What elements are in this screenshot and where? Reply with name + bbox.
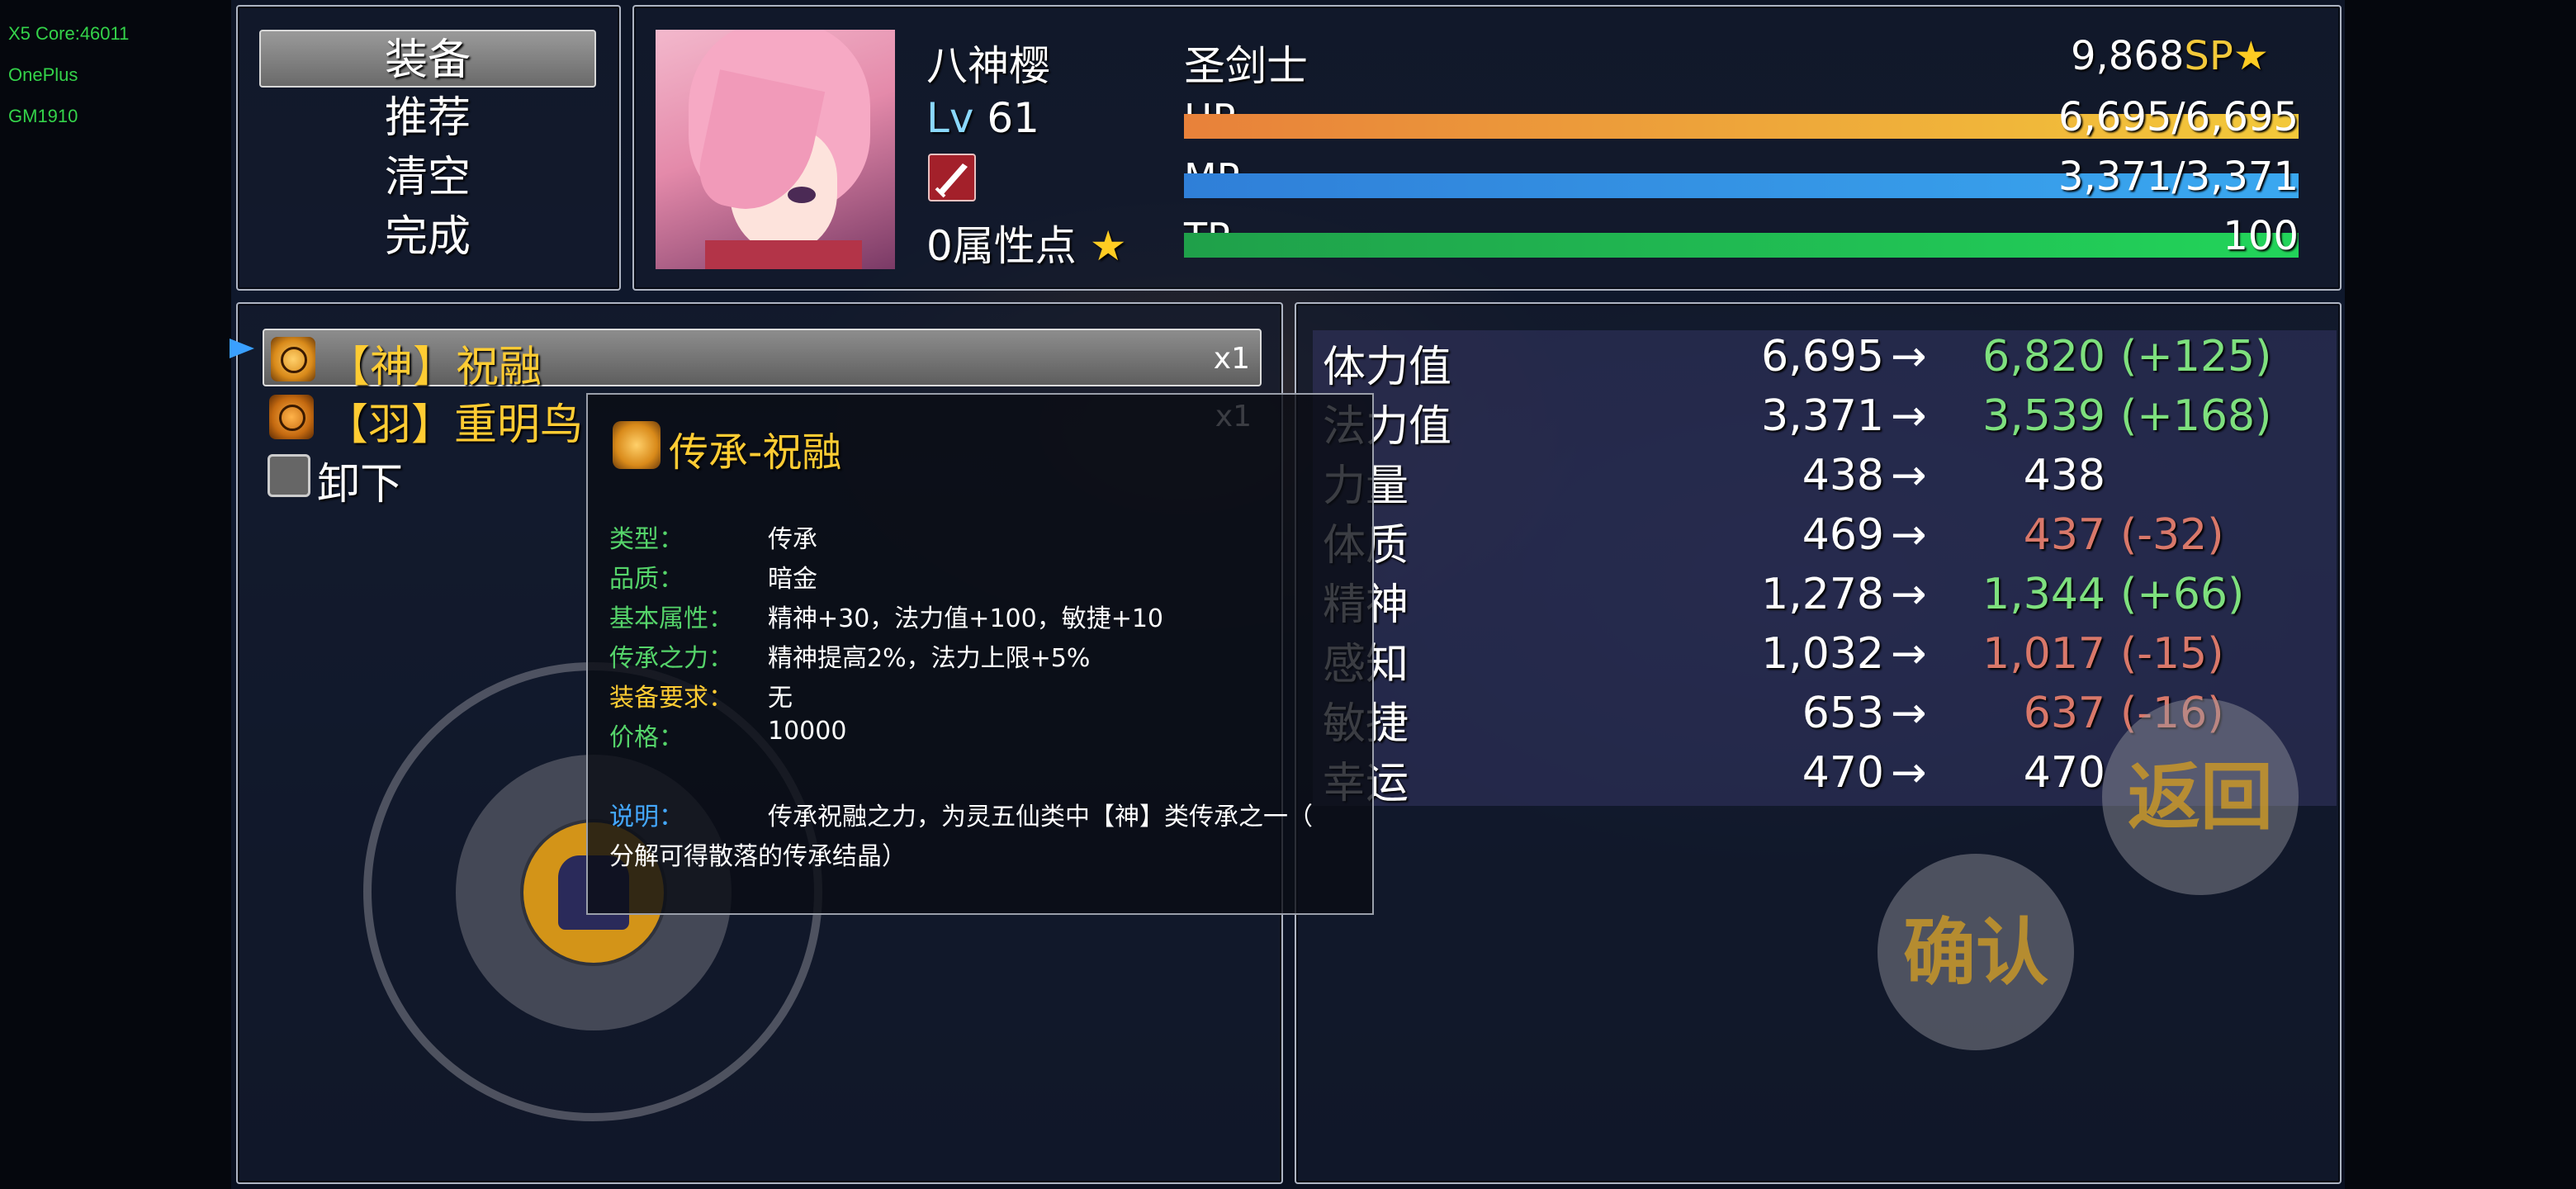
stat-diff-value: (-32) — [2120, 510, 2224, 560]
tooltip-value: 精神提高2%，法力上限+5% — [768, 644, 1091, 673]
stat-old-value: 3,371 — [1761, 391, 1884, 441]
stat-row: 法力值 3,371 → 3,539 (+168) — [1313, 390, 2337, 452]
stat-diff-value: (+125) — [2120, 332, 2272, 381]
item-count: x1 — [1213, 342, 1250, 376]
tooltip-key: 装备要求： — [609, 684, 733, 713]
command-recommend[interactable]: 推荐 — [259, 89, 596, 147]
tp-gauge-fill — [1184, 233, 2299, 258]
tooltip-key: 类型： — [609, 525, 684, 554]
tooltip-key: 品质： — [609, 565, 684, 594]
item-name: 【神】祝融 — [327, 343, 542, 392]
tooltip-item-icon — [613, 421, 661, 469]
sp-value: 9,868 — [2071, 33, 2185, 79]
sp-star-icon: ★ — [2233, 33, 2269, 79]
command-window: 装备 推荐 清空 完成 — [236, 5, 621, 291]
inheritance-icon — [271, 337, 315, 381]
stat-diff-value: (+168) — [2120, 391, 2272, 441]
tooltip-description: 说明： 传承祝融之力，为灵五仙类中【神】类传承之一（ 分解可得散落的传承结晶） — [609, 798, 1352, 877]
stat-arrow-icon: → — [1891, 510, 1927, 560]
stat-old-value: 1,278 — [1761, 570, 1884, 619]
stat-old-value: 438 — [1802, 451, 1884, 500]
stat-new-value: 437 — [2023, 510, 2105, 560]
device-info-brand: OnePlus — [8, 64, 78, 85]
star-icon: ★ — [1089, 222, 1127, 270]
stat-new-value: 6,820 — [1982, 332, 2105, 381]
tooltip-value: 10000 — [768, 717, 847, 746]
tp-value: 100 — [2223, 213, 2299, 259]
sp-display: 9,868SP★ — [2071, 33, 2269, 79]
stat-new-value: 3,539 — [1982, 391, 2105, 441]
item-row-zhurong[interactable]: 【神】祝融 x1 — [263, 329, 1262, 392]
stat-new-value: 438 — [2023, 451, 2105, 500]
stat-row: 体力值 6,695 → 6,820 (+125) — [1313, 330, 2337, 392]
stat-old-value: 470 — [1802, 748, 1884, 798]
tooltip-value: 无 — [768, 684, 793, 713]
device-info-core: X5 Core:46011 — [8, 23, 130, 44]
stat-new-value: 637 — [2023, 689, 2105, 738]
stat-arrow-icon: → — [1891, 689, 1927, 738]
tooltip-desc-line2: 分解可得散落的传承结晶） — [609, 842, 907, 871]
stat-arrow-icon: → — [1891, 332, 1927, 381]
actor-class: 圣剑士 — [1184, 42, 1308, 90]
status-window: 八神樱 Lv 61 0属性点 ★ 圣剑士 9,868SP★ HP 6,695/6… — [632, 5, 2342, 291]
stat-diff-value: (-15) — [2120, 629, 2224, 679]
stat-row: 精神1,278→1,344(+66) — [1313, 568, 2337, 630]
stat-arrow-icon: → — [1891, 629, 1927, 679]
stat-old-value: 469 — [1802, 510, 1884, 560]
stat-old-value: 1,032 — [1761, 629, 1884, 679]
gear-flower-icon — [269, 395, 314, 439]
selection-cursor-icon — [230, 339, 254, 358]
item-name: 卸下 — [317, 460, 404, 509]
stat-arrow-icon: → — [1891, 451, 1927, 500]
level-label: Lv — [926, 94, 974, 142]
hp-value: 6,695/6,695 — [2058, 94, 2299, 140]
confirm-button[interactable]: 确认 — [1878, 854, 2074, 1050]
command-finish[interactable]: 完成 — [259, 208, 596, 266]
device-info-model: GM1910 — [8, 106, 78, 126]
stat-old-value: 6,695 — [1761, 332, 1884, 381]
stat-row: 体质469→437(-32) — [1313, 509, 2337, 571]
tooltip-desc-line1: 传承祝融之力，为灵五仙类中【神】类传承之一（ — [768, 803, 1313, 831]
command-equip[interactable]: 装备 — [259, 30, 596, 88]
tooltip-desc-label: 说明： — [609, 803, 684, 831]
stat-diff-value: (+66) — [2120, 570, 2245, 619]
sp-unit: SP — [2184, 33, 2233, 79]
tooltip-key: 基本属性： — [609, 604, 733, 633]
tp-gauge — [1184, 233, 2299, 258]
stat-arrow-icon: → — [1891, 570, 1927, 619]
tooltip-title: 传承-祝融 — [669, 429, 842, 476]
mp-value: 3,371/3,371 — [2058, 154, 2299, 200]
back-button[interactable]: 返回 — [2102, 699, 2299, 895]
item-tooltip: 传承-祝融 类型： 传承品质： 暗金基本属性： 精神+30，法力值+100，敏捷+10… — [586, 393, 1374, 915]
stat-row: 力量438→438 — [1313, 449, 2337, 511]
item-name: 【羽】重明鸟 — [325, 400, 584, 450]
stat-arrow-icon: → — [1891, 748, 1927, 798]
actor-level: Lv 61 — [926, 94, 1039, 142]
stat-new-value: 470 — [2023, 748, 2105, 798]
unequip-checkbox-icon — [268, 454, 310, 497]
sword-skill-icon — [928, 154, 976, 201]
character-portrait — [656, 30, 895, 269]
command-clear[interactable]: 清空 — [259, 149, 596, 206]
attribute-points: 0属性点 ★ — [926, 213, 1127, 272]
level-value: 61 — [987, 94, 1039, 142]
actor-name: 八神樱 — [926, 42, 1050, 90]
tooltip-value: 传承 — [768, 525, 817, 554]
attribute-points-text: 0属性点 — [926, 222, 1077, 270]
tooltip-value: 精神+30，法力值+100，敏捷+10 — [768, 604, 1164, 633]
tooltip-value: 暗金 — [768, 565, 817, 594]
stat-new-value: 1,344 — [1982, 570, 2105, 619]
tooltip-key: 传承之力： — [609, 644, 733, 673]
stat-arrow-icon: → — [1891, 391, 1927, 441]
stat-new-value: 1,017 — [1982, 629, 2105, 679]
stat-name: 体力值 — [1323, 343, 1452, 392]
stat-old-value: 653 — [1802, 689, 1884, 738]
tooltip-key: 价格： — [609, 723, 684, 752]
stat-row: 感知1,032→1,017(-15) — [1313, 628, 2337, 689]
